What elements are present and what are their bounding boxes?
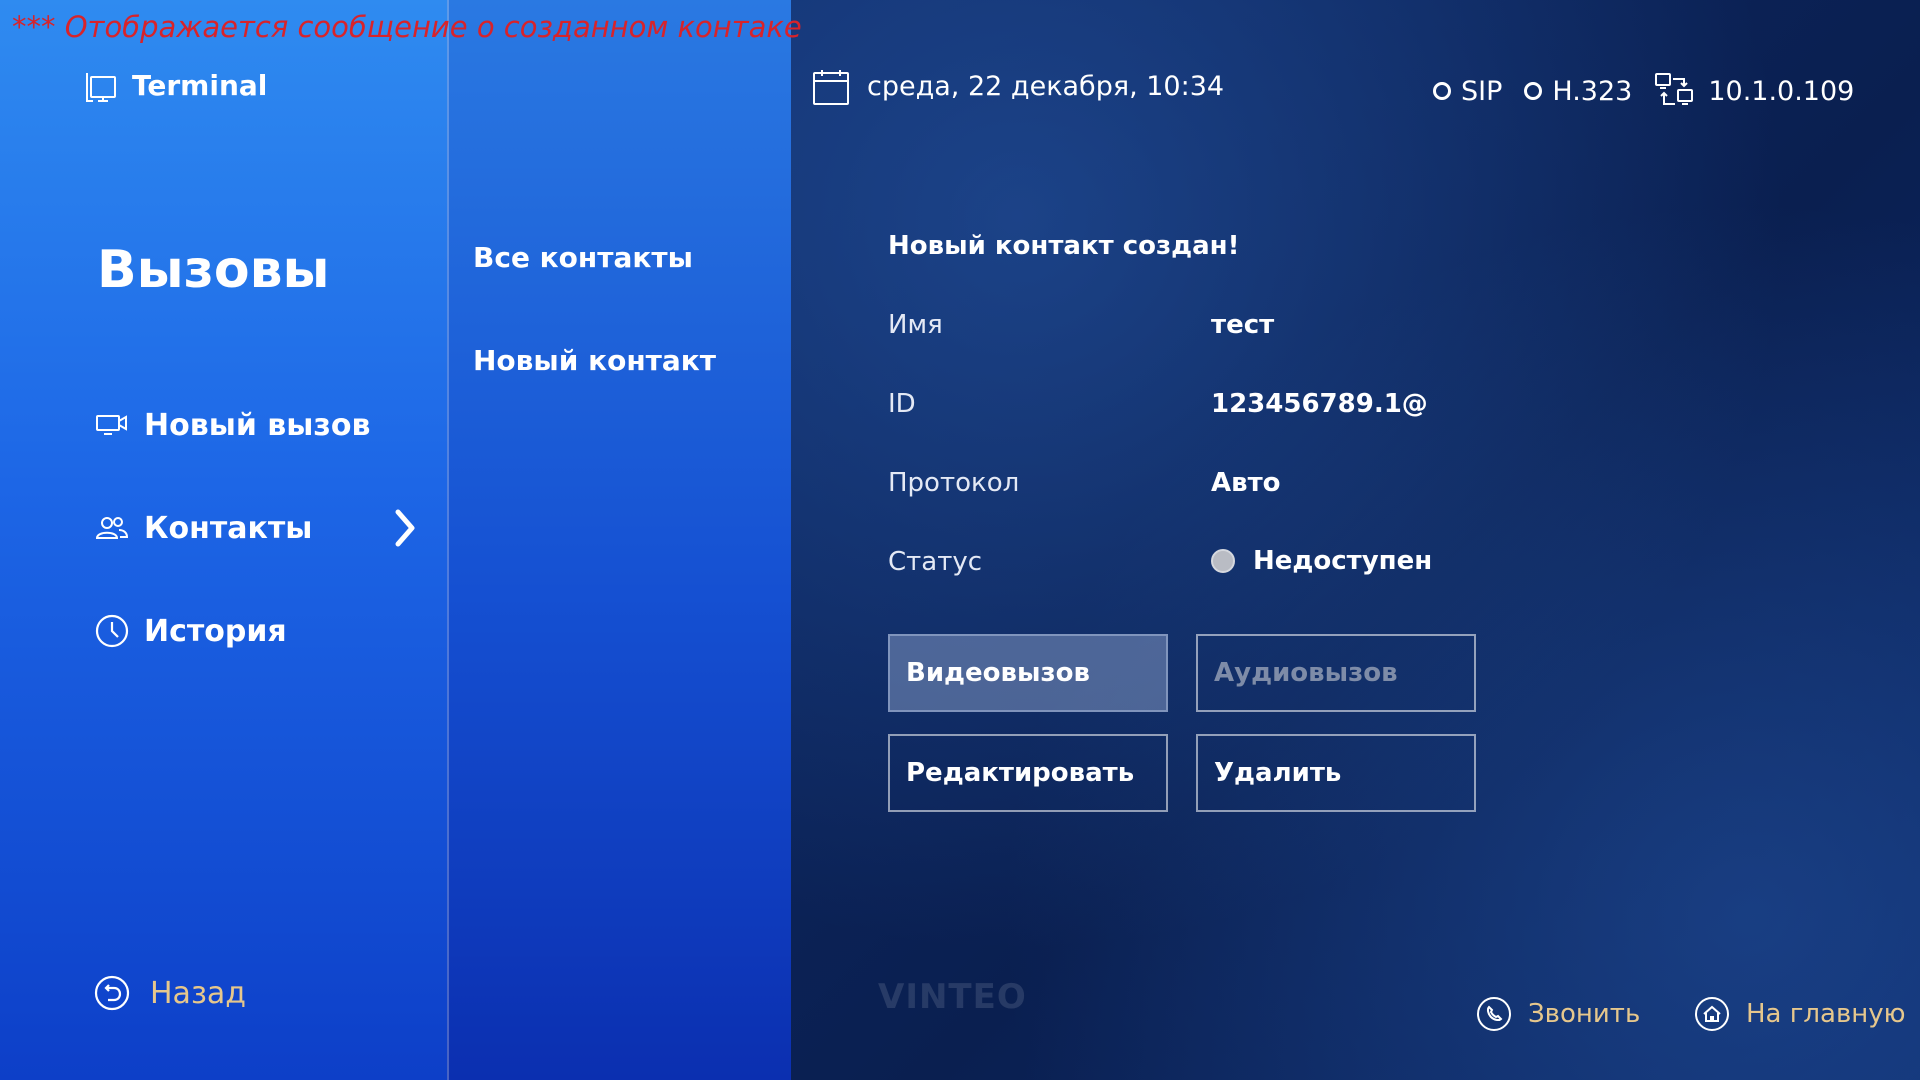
- protocol-label: Протокол: [888, 468, 1020, 498]
- ip-address: 10.1.0.109: [1708, 75, 1855, 107]
- chevron-right-icon: [395, 509, 415, 547]
- status-indicator-icon: [1211, 549, 1235, 573]
- submenu-item-all-contacts[interactable]: Все контакты: [473, 241, 693, 274]
- back-button[interactable]: Назад: [94, 975, 246, 1011]
- home-action[interactable]: На главную: [1694, 996, 1906, 1032]
- sip-status: SIP: [1433, 76, 1502, 107]
- nav-item-history[interactable]: История: [94, 606, 424, 656]
- phone-icon: [1477, 997, 1511, 1031]
- video-camera-icon: [94, 407, 130, 443]
- app-title: Terminal: [132, 69, 268, 102]
- nav-label-history: История: [144, 613, 287, 649]
- status-text: Недоступен: [1253, 546, 1433, 576]
- h323-status: H.323: [1524, 76, 1632, 107]
- submenu-item-new-contact[interactable]: Новый контакт: [473, 344, 716, 377]
- content-panel: [791, 0, 1920, 1080]
- call-action[interactable]: Звонить: [1476, 996, 1640, 1032]
- back-icon: [94, 975, 130, 1011]
- contact-created-message: Новый контакт создан!: [888, 231, 1240, 261]
- name-value: тест: [1211, 310, 1275, 340]
- section-title: Вызовы: [97, 240, 330, 300]
- sip-label: SIP: [1461, 75, 1503, 107]
- submenu-panel: [447, 0, 791, 1080]
- home-icon: [1695, 997, 1729, 1031]
- vinteo-logo: VINTEO: [878, 977, 1027, 1017]
- h323-label: H.323: [1552, 75, 1633, 107]
- network-icon: [1655, 73, 1694, 105]
- nav-item-new-call[interactable]: Новый вызов: [94, 400, 424, 450]
- nav-label-contacts: Контакты: [144, 510, 313, 546]
- audio-call-button[interactable]: Аудиовызов: [1196, 634, 1476, 712]
- datetime: среда, 22 декабря, 10:34: [867, 71, 1225, 102]
- edit-button[interactable]: Редактировать: [888, 734, 1168, 812]
- delete-button[interactable]: Удалить: [1196, 734, 1476, 812]
- home-label: На главную: [1746, 999, 1906, 1029]
- clock-icon: [94, 613, 130, 649]
- h323-status-ring-icon: [1524, 82, 1543, 100]
- annotation-text: *** Отображается сообщение о созданном к…: [12, 10, 802, 44]
- protocol-value: Авто: [1211, 468, 1281, 498]
- back-label: Назад: [150, 975, 247, 1011]
- contacts-icon: [94, 510, 130, 546]
- call-label: Звонить: [1528, 999, 1641, 1029]
- status-value: Недоступен: [1211, 546, 1432, 576]
- id-label: ID: [888, 389, 916, 419]
- nav-item-contacts[interactable]: Контакты: [94, 503, 424, 553]
- id-value: 123456789.1@: [1211, 389, 1428, 419]
- terminal-icon: [86, 73, 116, 102]
- name-label: Имя: [888, 310, 943, 340]
- nav-label-new-call: Новый вызов: [144, 407, 371, 443]
- connection-status-bar: SIP H.323 10.1.0.109: [1433, 71, 1854, 111]
- calendar-icon: [813, 70, 849, 105]
- sip-status-ring-icon: [1433, 82, 1451, 100]
- video-call-button[interactable]: Видеовызов: [888, 634, 1168, 712]
- status-label: Статус: [888, 547, 983, 577]
